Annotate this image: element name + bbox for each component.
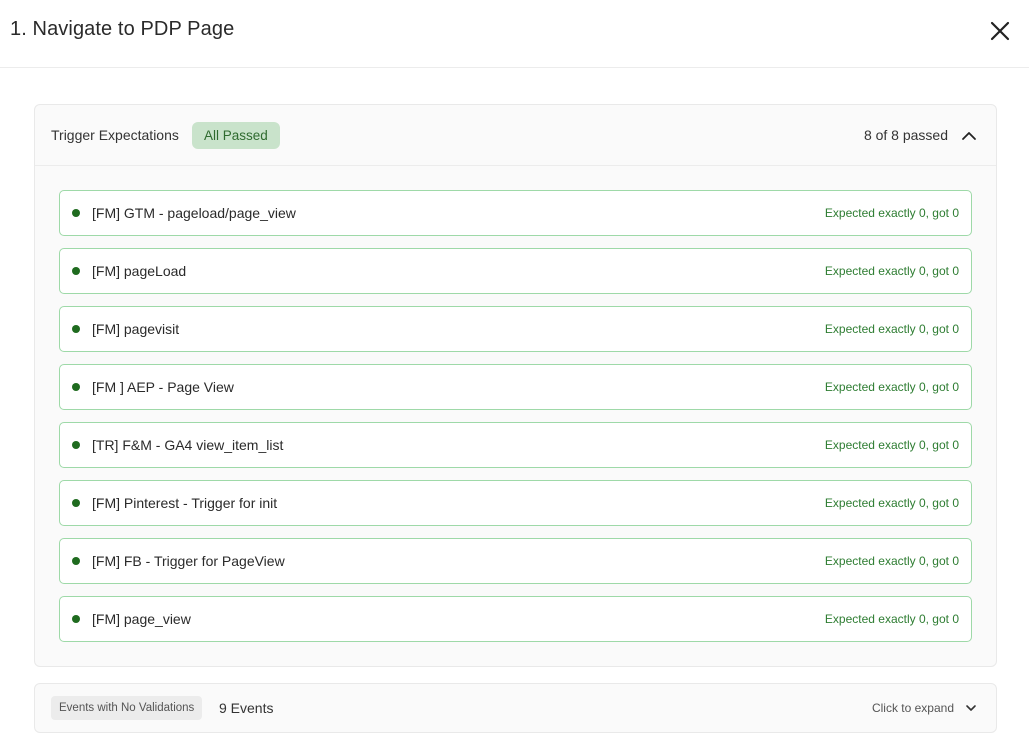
trigger-name: [TR] F&M - GA4 view_item_list <box>92 437 284 453</box>
dialog-header: 1. Navigate to PDP Page <box>0 0 1029 68</box>
status-dot <box>72 557 80 565</box>
trigger-name: [FM] GTM - pageload/page_view <box>92 205 296 221</box>
events-tag: Events with No Validations <box>51 696 203 720</box>
trigger-status: Expected exactly 0, got 0 <box>824 612 959 626</box>
trigger-status: Expected exactly 0, got 0 <box>824 554 959 568</box>
trigger-status: Expected exactly 0, got 0 <box>824 438 959 452</box>
trigger-name: [FM] FB - Trigger for PageView <box>92 553 285 569</box>
trigger-status: Expected exactly 0, got 0 <box>824 322 959 336</box>
trigger-expectations-panel: Trigger Expectations All Passed 8 of 8 p… <box>34 104 997 667</box>
trigger-row[interactable]: [FM] page_view Expected exactly 0, got 0 <box>59 596 972 642</box>
trigger-name: [FM ] AEP - Page View <box>92 379 234 395</box>
status-dot <box>72 325 80 333</box>
trigger-row[interactable]: [FM] pagevisit Expected exactly 0, got 0 <box>59 306 972 352</box>
trigger-status: Expected exactly 0, got 0 <box>824 264 959 278</box>
chevron-up-icon <box>962 132 976 140</box>
event-count: 9 Events <box>219 700 274 716</box>
trigger-status: Expected exactly 0, got 0 <box>824 206 959 220</box>
chevron-down-icon <box>966 705 976 711</box>
events-no-validations-panel[interactable]: Events with No Validations 9 Events Clic… <box>34 683 997 733</box>
trigger-row[interactable]: [TR] F&M - GA4 view_item_list Expected e… <box>59 422 972 468</box>
trigger-name: [FM] page_view <box>92 611 191 627</box>
collapse-button[interactable] <box>960 127 978 145</box>
trigger-name: [FM] pagevisit <box>92 321 180 337</box>
trigger-row[interactable]: [FM] pageLoad Expected exactly 0, got 0 <box>59 248 972 294</box>
trigger-status: Expected exactly 0, got 0 <box>824 380 959 394</box>
expand-label[interactable]: Click to expand <box>872 701 954 715</box>
trigger-name: [FM] pageLoad <box>92 263 187 279</box>
trigger-expectations-header[interactable]: Trigger Expectations All Passed 8 of 8 p… <box>35 105 996 166</box>
expand-button[interactable] <box>964 701 978 715</box>
status-dot <box>72 383 80 391</box>
status-dot <box>72 209 80 217</box>
trigger-expectations-title: Trigger Expectations <box>51 127 179 143</box>
passed-count: 8 of 8 passed <box>863 127 948 143</box>
trigger-row[interactable]: [FM] GTM - pageload/page_view Expected e… <box>59 190 972 236</box>
status-badge: All Passed <box>192 122 280 149</box>
close-button[interactable] <box>988 19 1012 43</box>
trigger-status: Expected exactly 0, got 0 <box>824 496 959 510</box>
trigger-row[interactable]: [FM] Pinterest - Trigger for init Expect… <box>59 480 972 526</box>
page-title: 1. Navigate to PDP Page <box>10 18 235 40</box>
close-icon <box>990 21 1010 41</box>
trigger-name: [FM] Pinterest - Trigger for init <box>92 495 278 511</box>
trigger-row[interactable]: [FM] FB - Trigger for PageView Expected … <box>59 538 972 584</box>
status-dot <box>72 499 80 507</box>
status-dot <box>72 267 80 275</box>
trigger-row[interactable]: [FM ] AEP - Page View Expected exactly 0… <box>59 364 972 410</box>
status-dot <box>72 441 80 449</box>
status-dot <box>72 615 80 623</box>
